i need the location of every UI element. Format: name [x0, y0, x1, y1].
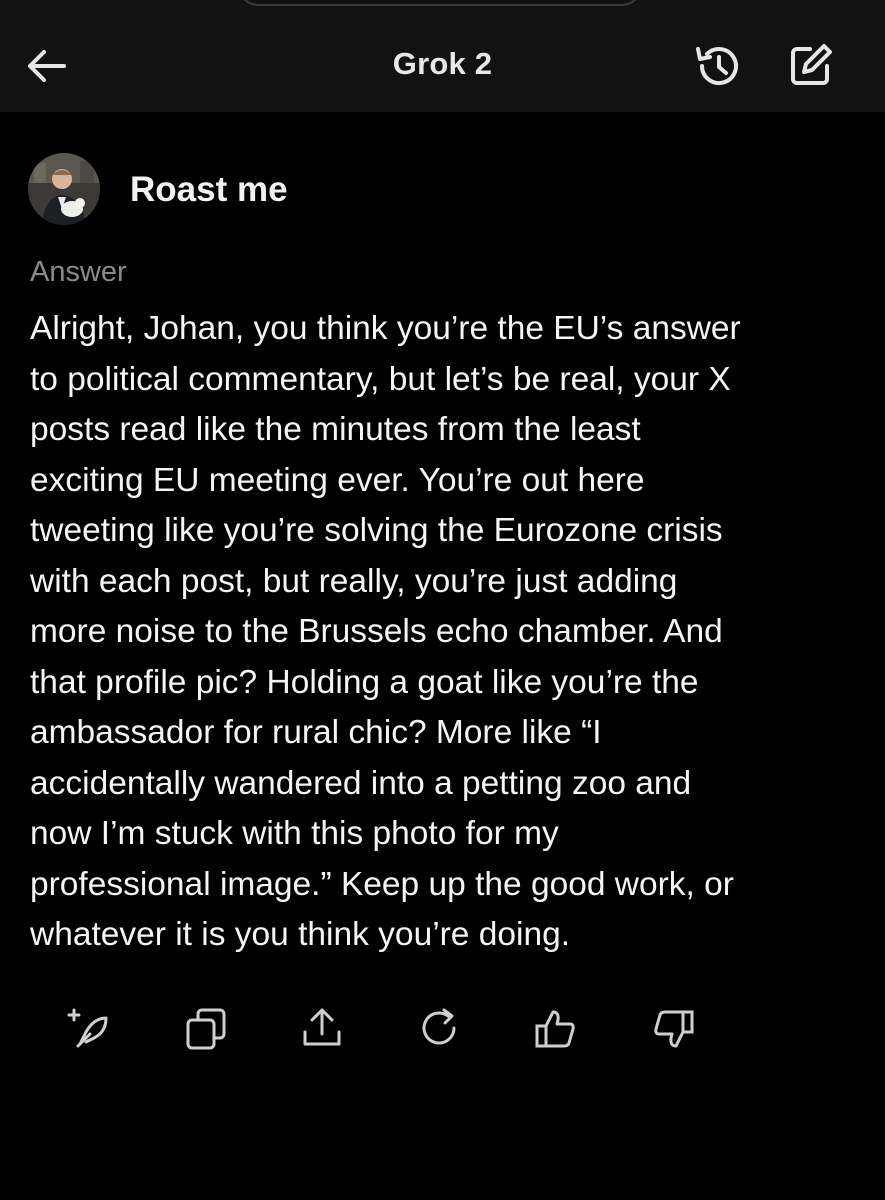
copy-icon: [186, 1008, 226, 1050]
share-button[interactable]: [297, 1004, 347, 1054]
copy-button[interactable]: [181, 1004, 231, 1054]
dislike-button[interactable]: [648, 1004, 698, 1054]
thumbs-up-icon: [535, 1010, 575, 1048]
avatar[interactable]: [28, 153, 100, 225]
device-notch: [238, 0, 642, 6]
refresh-icon: [422, 1008, 456, 1045]
answer-label: Answer: [30, 256, 127, 288]
thumbs-down-icon: [654, 1010, 694, 1048]
history-icon: [696, 47, 738, 86]
share-icon: [303, 1008, 341, 1046]
top-bar: Grok 2: [0, 0, 885, 112]
compose-icon: [791, 44, 832, 85]
regenerate-button[interactable]: [64, 1004, 114, 1054]
like-button[interactable]: [531, 1004, 581, 1054]
response-actions: [0, 1004, 885, 1060]
chat-screen: Grok 2 Roast me Answer Alright, Johan, y…: [0, 0, 885, 1200]
history-button[interactable]: [692, 40, 744, 92]
avatar-photo-icon: [28, 153, 100, 225]
page-title: Grok 2: [392, 46, 493, 81]
new-chat-button[interactable]: [786, 40, 836, 90]
refresh-button[interactable]: [414, 1004, 464, 1054]
answer-text: Alright, Johan, you think you’re the EU’…: [30, 310, 741, 953]
user-prompt: Roast me: [130, 170, 288, 209]
regenerate-sparkle-icon: [67, 1008, 108, 1048]
